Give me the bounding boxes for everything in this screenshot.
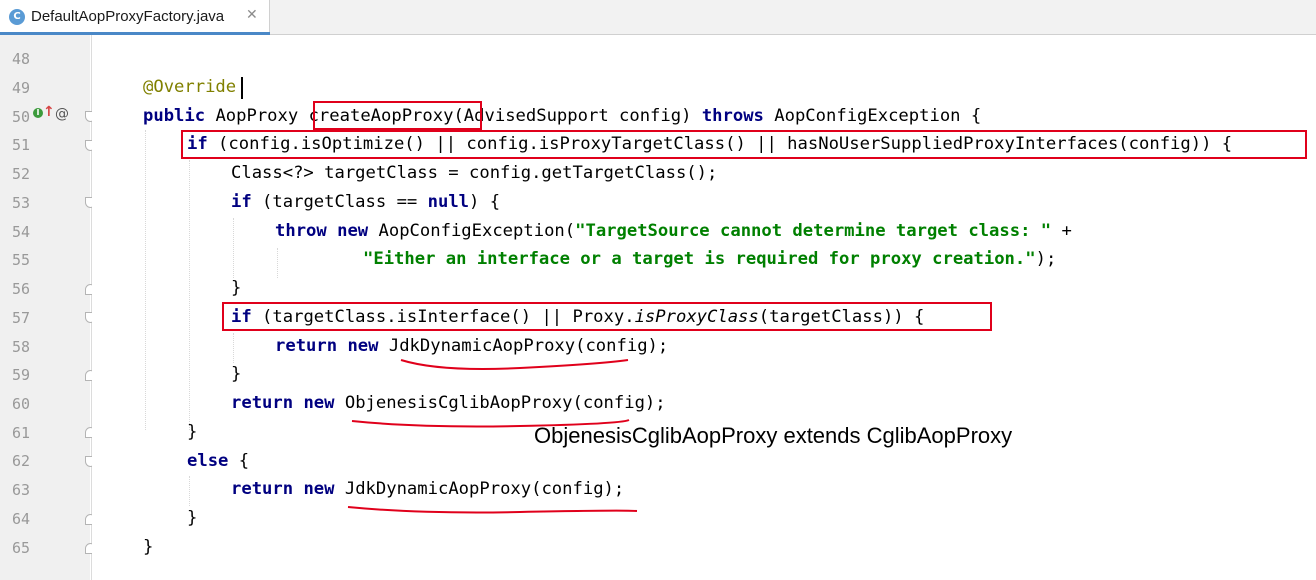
underline-jdk-dynamic-1 — [400, 359, 629, 370]
annotation-caption: ObjenesisCglibAopProxy extends CglibAopP… — [534, 423, 1013, 448]
annotation-overlay — [347, 359, 638, 514]
underline-jdk-dynamic-2 — [347, 506, 638, 514]
